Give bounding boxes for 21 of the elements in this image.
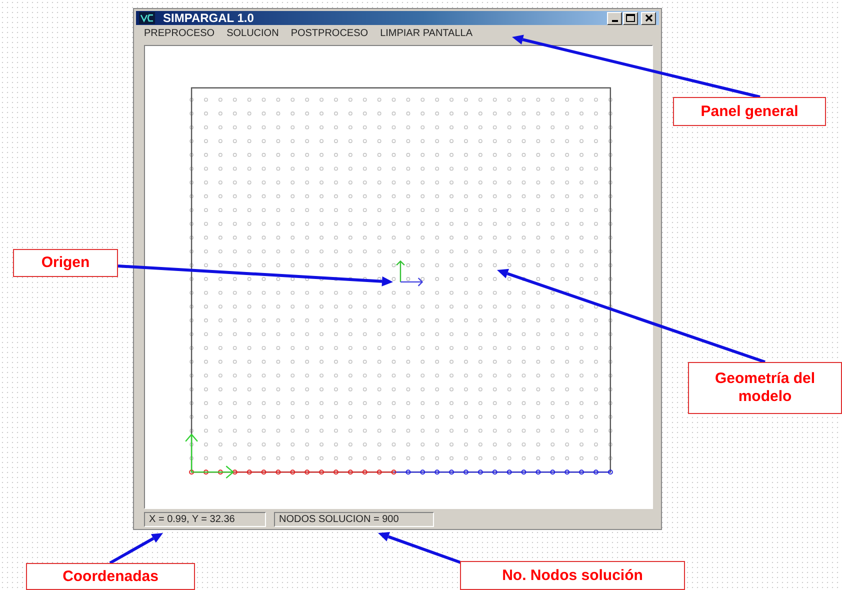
callout-label: Origen xyxy=(13,249,118,277)
close-icon xyxy=(644,14,652,22)
menu-item[interactable]: SOLUCION xyxy=(226,28,279,39)
menu-item[interactable]: LIMPIAR PANTALLA xyxy=(380,28,472,39)
minimize-button[interactable] xyxy=(607,12,622,24)
origin-axes-icon xyxy=(396,260,424,286)
app-logo-icon xyxy=(139,12,155,24)
pointer-arrow xyxy=(109,533,163,564)
maximize-icon xyxy=(626,14,635,22)
maximize-button[interactable] xyxy=(623,12,638,24)
menu-item[interactable]: PREPROCESO xyxy=(144,28,215,39)
menu-item[interactable]: POSTPROCESO xyxy=(290,28,368,39)
status-field: X = 0.99, Y = 32.36 xyxy=(144,512,266,527)
close-button[interactable] xyxy=(641,12,656,24)
callout-label: No. Nodos solución xyxy=(460,561,685,590)
callout-label: Coordenadas xyxy=(26,563,195,590)
window-title: SIMPARGAL 1.0 xyxy=(163,11,255,25)
callout-label: Panel general xyxy=(673,97,826,126)
status-field: NODOS SOLUCION = 900 xyxy=(274,512,434,527)
global-axes-icon xyxy=(185,434,234,478)
callout-label: Geometría del modelo xyxy=(688,362,842,414)
